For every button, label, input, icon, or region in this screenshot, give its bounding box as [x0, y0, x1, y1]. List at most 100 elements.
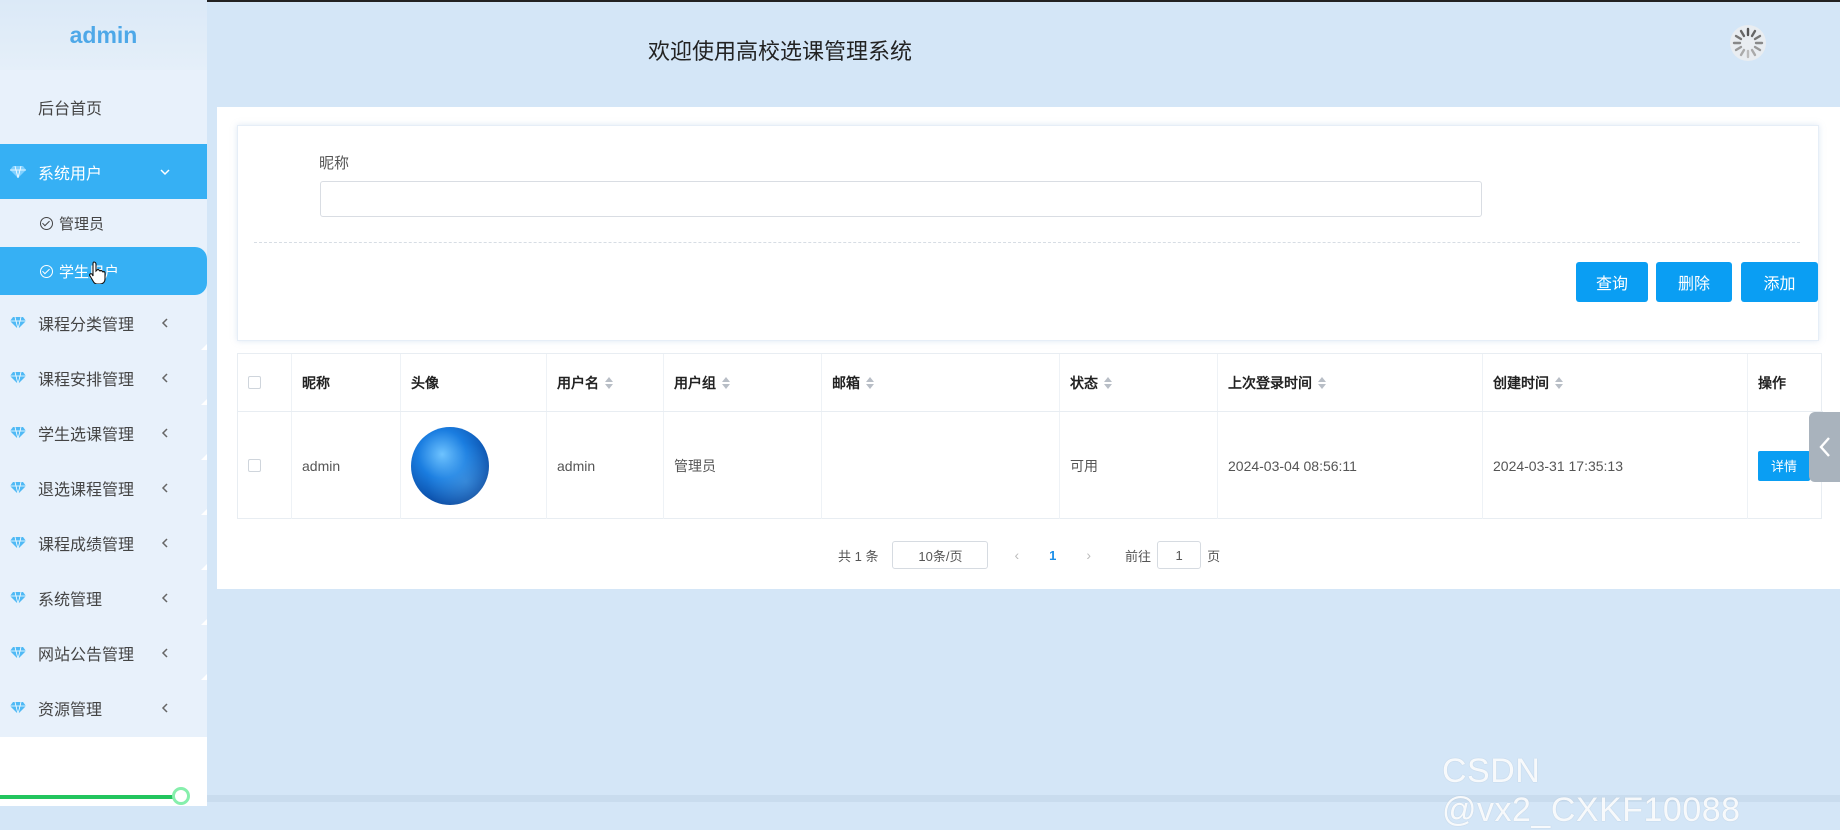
diamond-icon	[10, 481, 26, 494]
diamond-icon	[10, 536, 26, 549]
sidebar-item-label: 网站公告管理	[38, 646, 135, 664]
sort-icon[interactable]	[1555, 376, 1563, 389]
users-table: 昵称 头像 用户名 用户组 邮箱 状态 上次登录时间 创建时间 操作 admin…	[237, 353, 1823, 519]
main-content: 昵称 查询 删除 添加 昵称 头像 用户名 用户组 邮箱 状态 上次登录时间 创…	[217, 107, 1840, 589]
detail-button[interactable]: 详情	[1758, 450, 1810, 481]
chevron-left-icon	[161, 317, 168, 328]
pagination-total: 共 1 条	[838, 548, 879, 564]
page-title: 欢迎使用高校选课管理系统	[648, 39, 913, 64]
chevron-down-icon	[160, 168, 170, 175]
sidebar-item-course-schedule[interactable]: 课程安排管理	[0, 350, 207, 405]
nickname-label: 昵称	[319, 155, 350, 172]
cell-group: 管理员	[664, 412, 822, 519]
prev-page-icon[interactable]: ‹	[1014, 547, 1019, 563]
column-header-last-login[interactable]: 上次登录时间	[1218, 354, 1483, 411]
page-number-current[interactable]: 1	[1049, 548, 1056, 563]
sort-icon[interactable]	[866, 376, 874, 389]
sidebar-item-course-selection[interactable]: 学生选课管理	[0, 405, 207, 460]
sidebar-item-label: 退选课程管理	[38, 481, 135, 499]
chevron-left-icon	[161, 372, 168, 383]
goto-page-input[interactable]: 1	[1157, 541, 1202, 569]
diamond-icon	[10, 165, 26, 178]
column-header-username[interactable]: 用户名	[547, 354, 664, 411]
next-page-icon[interactable]: ›	[1086, 547, 1091, 563]
avatar	[411, 426, 489, 505]
sort-icon[interactable]	[1318, 376, 1326, 389]
cell-last-login: 2024-03-04 08:56:11	[1218, 412, 1483, 519]
row-checkbox[interactable]	[248, 459, 261, 472]
check-circle-icon	[40, 264, 53, 278]
delete-button[interactable]: 删除	[1656, 262, 1732, 302]
cell-username: admin	[547, 412, 664, 519]
column-header-nickname: 昵称	[292, 354, 401, 411]
column-header-status[interactable]: 状态	[1060, 354, 1218, 411]
cell-status: 可用	[1060, 412, 1218, 519]
sidebar-item-label: 课程成绩管理	[38, 536, 135, 554]
brand-title: admin	[0, 0, 207, 70]
sidebar-item-announcements[interactable]: 网站公告管理	[0, 625, 207, 680]
collapse-panel-tab[interactable]	[1809, 412, 1840, 482]
chevron-left-icon	[161, 427, 168, 438]
chevron-left-icon	[161, 702, 168, 713]
diamond-icon	[10, 646, 26, 659]
query-button[interactable]: 查询	[1576, 262, 1648, 302]
column-header-actions: 操作	[1758, 374, 1786, 391]
sidebar-subitem-students[interactable]: 学生用户	[0, 247, 207, 295]
sidebar-item-label: 资源管理	[38, 701, 103, 719]
sidebar-item-system-users[interactable]: 系统用户	[0, 144, 207, 199]
chevron-left-icon	[161, 537, 168, 548]
window-top-border	[0, 0, 1840, 2]
chevron-left-icon	[1818, 437, 1830, 457]
cell-created: 2024-03-31 17:35:13	[1483, 412, 1748, 519]
diamond-icon	[10, 316, 26, 329]
search-form: 昵称 查询 删除 添加	[237, 125, 1819, 341]
goto-unit: 页	[1207, 548, 1221, 564]
select-all-cell	[238, 354, 292, 411]
cell-email	[822, 412, 1060, 519]
sidebar-item-system-management[interactable]: 系统管理	[0, 570, 207, 625]
divider	[254, 242, 1800, 243]
check-circle-icon	[40, 216, 53, 230]
column-header-email[interactable]: 邮箱	[822, 354, 1060, 411]
chevron-left-icon	[161, 482, 168, 493]
chevron-left-icon	[161, 592, 168, 603]
cell-avatar	[401, 412, 547, 519]
chevron-left-icon	[161, 647, 168, 658]
sidebar-item-resources[interactable]: 资源管理	[0, 680, 207, 735]
user-avatar-icon[interactable]	[1729, 24, 1767, 62]
column-header-group[interactable]: 用户组	[664, 354, 822, 411]
pagination: 共 1 条 10条/页 ‹ 1 › 前往 1 页	[838, 541, 1220, 569]
watermark: CSDN @vx2_CXKF10088	[1442, 752, 1741, 829]
diamond-icon	[10, 701, 26, 714]
add-button[interactable]: 添加	[1741, 262, 1818, 302]
sidebar-item-course-category[interactable]: 课程分类管理	[0, 295, 207, 350]
scroll-progress-track	[0, 795, 183, 799]
hand-cursor-icon	[89, 261, 106, 284]
sidebar-item-label: 系统用户	[38, 165, 103, 183]
sidebar-item-label: 学生选课管理	[38, 426, 135, 444]
goto-label: 前往	[1125, 548, 1152, 564]
row-select-cell	[238, 412, 292, 519]
cell-nickname: admin	[292, 412, 401, 519]
diamond-icon	[10, 371, 26, 384]
diamond-icon	[10, 591, 26, 604]
sidebar-item-label: 课程安排管理	[38, 371, 135, 389]
sidebar-subitem-admins[interactable]: 管理员	[0, 199, 207, 247]
scroll-progress-knob[interactable]	[172, 787, 190, 805]
column-header-avatar: 头像	[401, 354, 547, 411]
sort-icon[interactable]	[722, 376, 730, 389]
sort-icon[interactable]	[605, 376, 613, 389]
sidebar-footer	[0, 737, 207, 806]
sort-icon[interactable]	[1104, 376, 1112, 389]
sidebar-item-label: 课程分类管理	[38, 316, 135, 334]
nickname-input[interactable]	[320, 181, 1482, 217]
sidebar-subitem-label: 管理员	[59, 215, 105, 233]
sidebar-item-home[interactable]: 后台首页	[0, 70, 207, 144]
select-all-checkbox[interactable]	[248, 376, 261, 389]
page-size-select[interactable]: 10条/页	[892, 541, 989, 569]
sidebar-item-course-grades[interactable]: 课程成绩管理	[0, 515, 207, 570]
table-header: 昵称 头像 用户名 用户组 邮箱 状态 上次登录时间 创建时间 操作	[238, 354, 1823, 412]
column-header-created[interactable]: 创建时间	[1483, 354, 1748, 411]
sidebar-item-course-withdraw[interactable]: 退选课程管理	[0, 460, 207, 515]
table-row: admin admin 管理员 可用 2024-03-04 08:56:11 2…	[238, 412, 1823, 519]
